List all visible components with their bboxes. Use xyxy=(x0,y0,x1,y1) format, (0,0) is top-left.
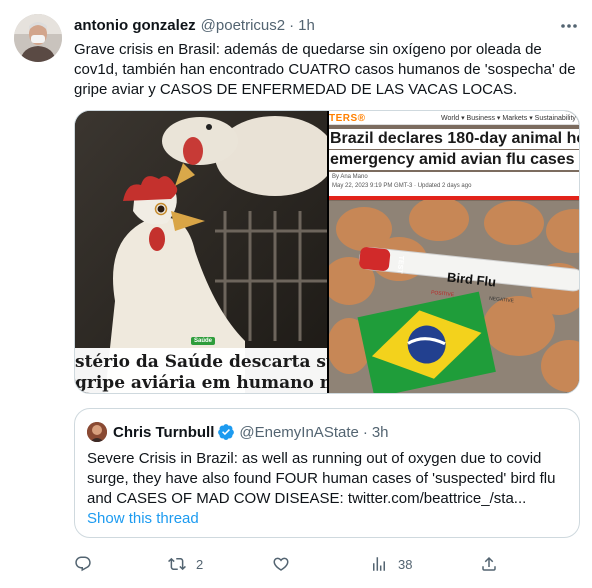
tweet-header: antonio gonzalez @poetricus2 · 1h xyxy=(74,14,315,36)
quoted-author-avatar xyxy=(87,422,107,442)
views-count: 38 xyxy=(398,556,413,572)
media-image-chickens[interactable]: Saúde stério da Saúde descarta suspei gr… xyxy=(75,111,335,393)
tweet-time[interactable]: 1h xyxy=(298,17,315,34)
quoted-author-handle: @EnemyInAState xyxy=(239,423,359,441)
tweet-actions: 2 38 xyxy=(74,550,584,578)
retweet-button[interactable]: 2 xyxy=(168,550,203,578)
retweet-count: 2 xyxy=(196,556,204,572)
author-handle[interactable]: @poetricus2 xyxy=(201,17,285,34)
news-author: By Ana Mano xyxy=(332,174,368,180)
author-avatar[interactable] xyxy=(14,14,62,62)
author-name[interactable]: antonio gonzalez xyxy=(74,17,196,34)
show-thread-link[interactable]: Show this thread xyxy=(87,510,199,527)
news-headline-line-1: Brazil declares 180-day animal health xyxy=(329,129,579,149)
separator-dot: · xyxy=(289,16,295,34)
quoted-tweet[interactable]: Chris Turnbull @EnemyInAState · 3h Sever… xyxy=(74,408,580,538)
quoted-author-name: Chris Turnbull xyxy=(113,423,215,441)
left-caption-line-1: stério da Saúde descarta suspei xyxy=(75,348,327,372)
news-headline-line-2: emergency amid avian flu cases in wil xyxy=(329,150,579,170)
quoted-separator-dot: · xyxy=(362,423,368,441)
more-icon[interactable] xyxy=(556,16,582,36)
tweet-text: Grave crisis en Brasil: además de quedar… xyxy=(74,41,576,98)
saude-tag: Saúde xyxy=(191,337,216,345)
news-byline: By Ana Mano May 22, 2023 9:19 PM GMT-3 ·… xyxy=(329,172,579,198)
reply-icon xyxy=(74,555,92,573)
views-button[interactable]: 38 xyxy=(370,550,412,578)
avatar-photo xyxy=(14,14,62,62)
news-header: TERS® World ▾ Business ▾ Markets ▾ Susta… xyxy=(329,111,580,125)
news-divider xyxy=(329,196,579,200)
news-brand: TERS® xyxy=(329,113,366,124)
verified-icon xyxy=(217,423,235,441)
left-caption-line-2: gripe aviária em humano no ES xyxy=(75,372,327,393)
quoted-tweet-time: 3h xyxy=(371,423,389,441)
media-image-news[interactable]: TERS® World ▾ Business ▾ Markets ▾ Susta… xyxy=(323,111,580,393)
reply-button[interactable] xyxy=(74,550,102,578)
tweet-media[interactable]: Saúde stério da Saúde descarta suspei gr… xyxy=(74,110,580,394)
like-icon xyxy=(272,555,290,573)
news-dateline: May 22, 2023 9:19 PM GMT-3 · Updated 2 d… xyxy=(332,183,472,189)
like-button[interactable] xyxy=(272,550,300,578)
news-nav: World ▾ Business ▾ Markets ▾ Sustainabil… xyxy=(441,115,580,122)
views-icon xyxy=(370,555,388,573)
share-icon xyxy=(480,555,498,573)
tweet: antonio gonzalez @poetricus2 · 1h Grave … xyxy=(0,0,592,588)
quoted-tweet-text: Severe Crisis in Brazil: as well as runn… xyxy=(87,450,556,507)
retweet-icon xyxy=(168,555,186,573)
share-button[interactable] xyxy=(480,550,498,578)
quoted-tweet-header: Chris Turnbull @EnemyInAState · 3h xyxy=(87,421,389,443)
